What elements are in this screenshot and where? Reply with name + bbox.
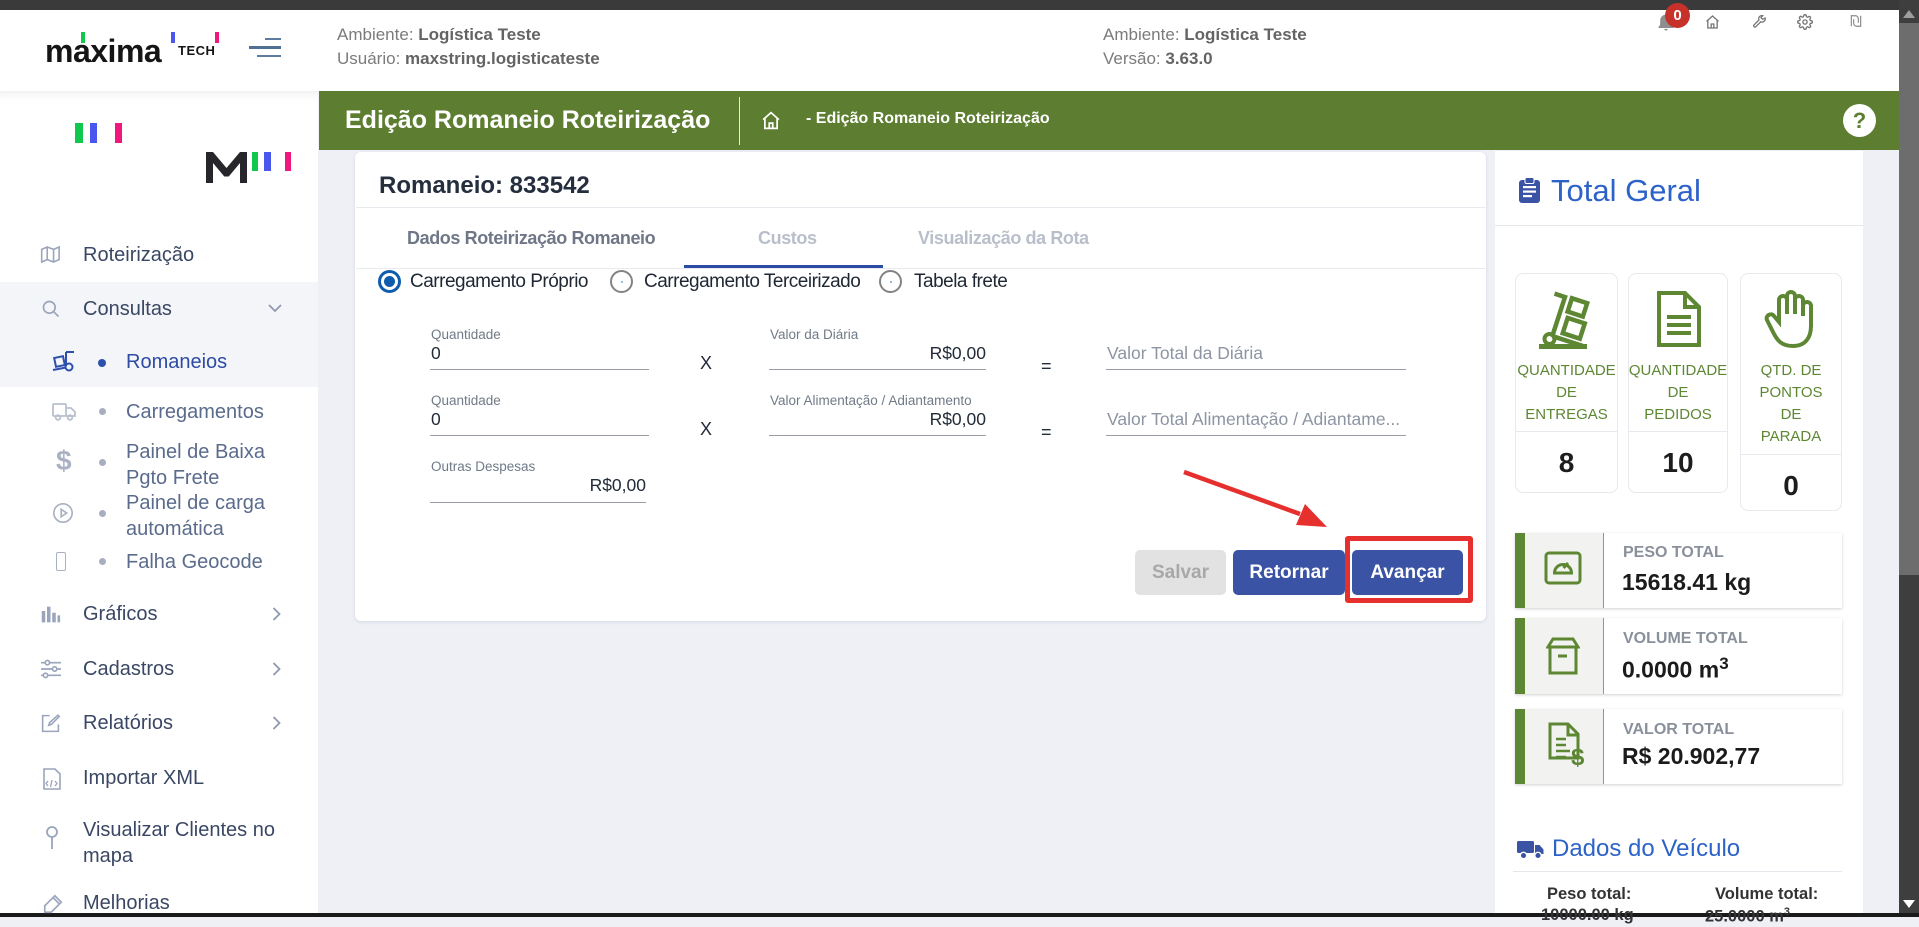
svg-text:$: $ <box>1571 744 1585 768</box>
